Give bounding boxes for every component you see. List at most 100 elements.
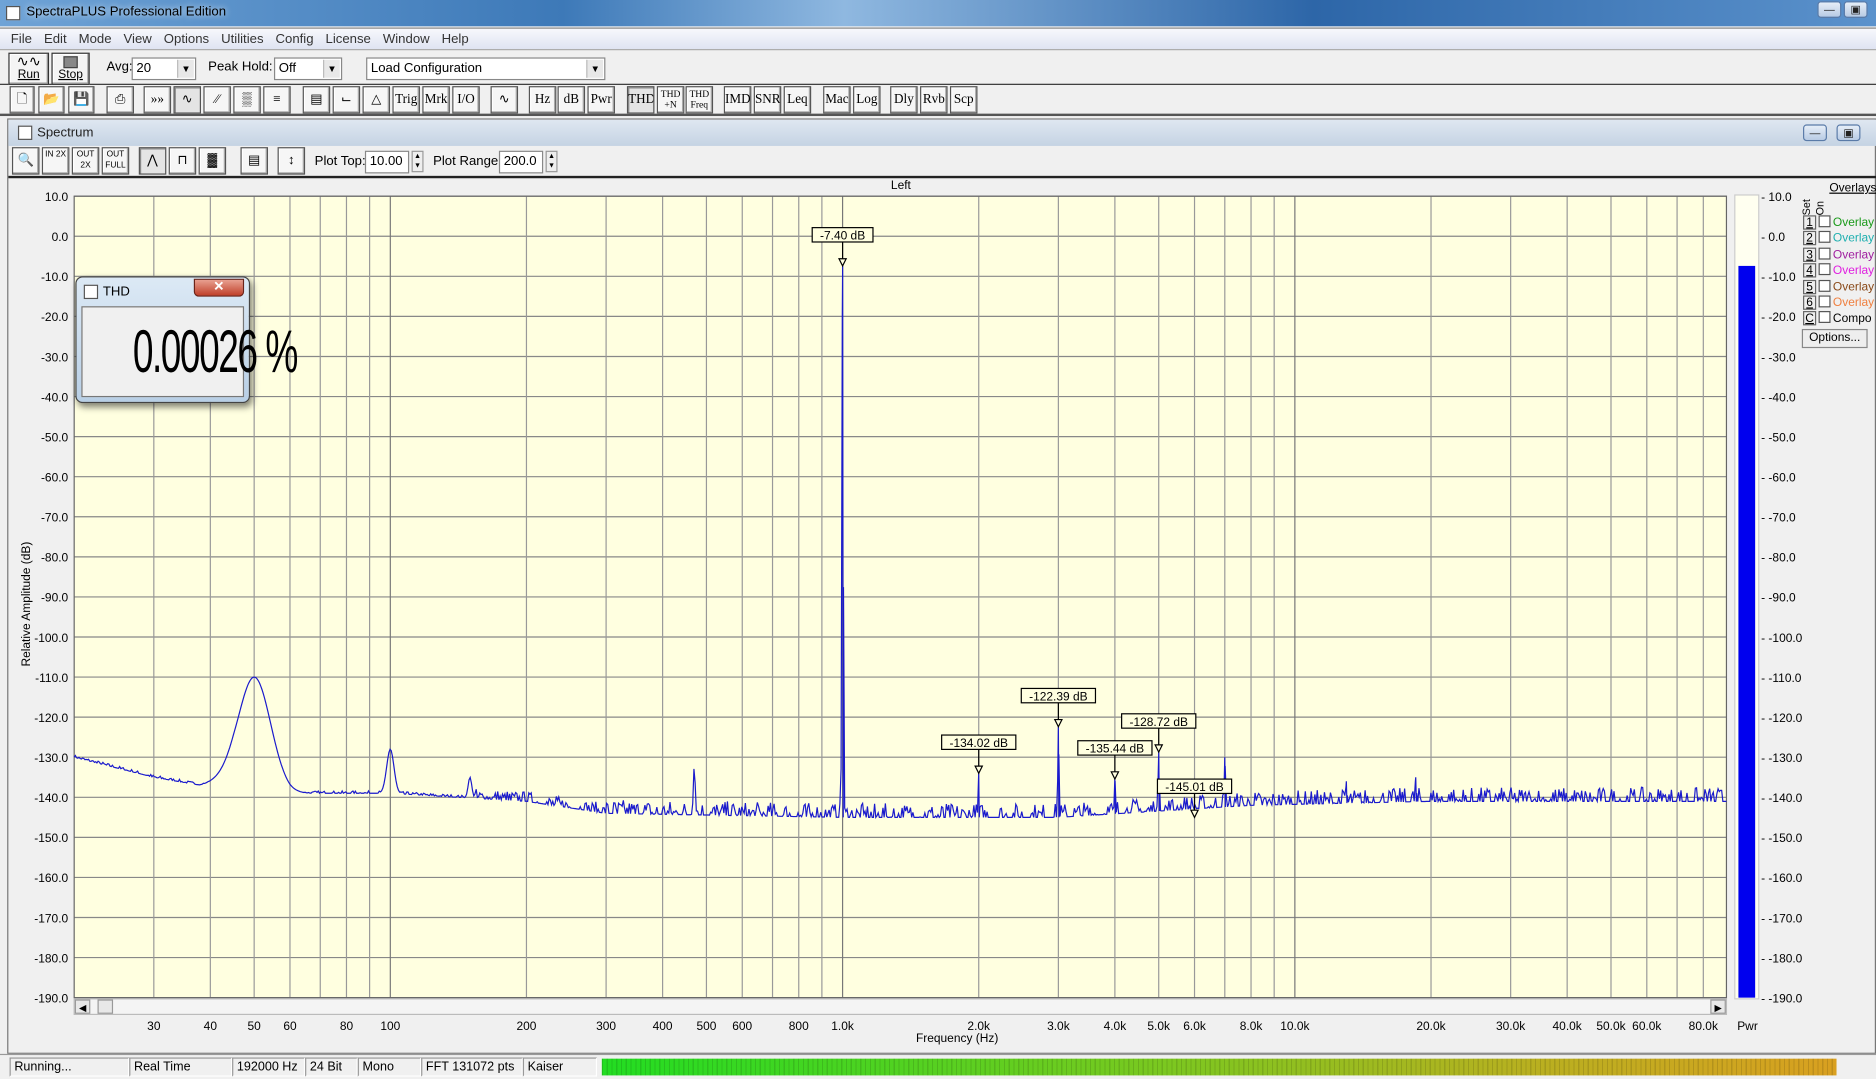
status-mode: Real Time <box>129 1057 233 1077</box>
overlay-row: 3 Overlay <box>1803 247 1874 263</box>
marker-label: -145.01 dB <box>1165 780 1224 794</box>
overlay-set-button[interactable]: 4 <box>1803 263 1817 278</box>
marker-label: -122.39 dB <box>1029 689 1088 703</box>
thd-window[interactable]: THD ✕ 0.00026 % <box>75 276 298 404</box>
overlay-set-button[interactable]: 2 <box>1803 231 1817 246</box>
pwr-tick-label: - -180.0 <box>1761 951 1803 965</box>
overlay-checkbox[interactable] <box>1818 231 1831 244</box>
y-tick-label: -20.0 <box>41 310 69 324</box>
x-tick-label: 300 <box>596 1019 616 1033</box>
y-tick-labels: 10.0 0.0 -10.0 -20.0 -30.0 -40.0 -50.0 -60.0 -70… <box>34 190 68 1005</box>
status-state: Running... <box>9 1057 130 1077</box>
status-sample-rate: 192000 Hz <box>232 1057 306 1077</box>
marker-label: -135.44 dB <box>1086 742 1145 756</box>
overlay-label: Overlay <box>1832 248 1875 262</box>
y-tick-label: -180.0 <box>34 951 68 965</box>
overlay-checkbox[interactable] <box>1818 247 1831 260</box>
pwr-tick-label: - -90.0 <box>1761 591 1796 605</box>
y-tick-label: -30.0 <box>41 350 69 364</box>
x-tick-label: 800 <box>789 1019 809 1033</box>
status-bit-depth: 24 Bit <box>305 1057 358 1077</box>
status-channels: Mono <box>357 1057 422 1077</box>
overlay-label: Compo <box>1832 312 1872 326</box>
y-tick-label: 10.0 <box>45 190 69 204</box>
overlays-panel: Overlays Set On 1 Overlay 2 Overlay 3 Overlay… <box>1801 179 1876 352</box>
x-tick-label: 600 <box>732 1019 752 1033</box>
x-tick-label: 4.0k <box>1104 1019 1127 1033</box>
overlay-checkbox[interactable] <box>1818 263 1831 276</box>
pwr-tick-label: - -60.0 <box>1761 470 1796 484</box>
y-tick-label: -80.0 <box>41 551 69 565</box>
thd-value: 0.00026 % <box>132 318 298 386</box>
x-tick-label: 400 <box>653 1019 673 1033</box>
y-tick-label: -190.0 <box>34 991 68 1005</box>
overlay-checkbox[interactable] <box>1818 311 1831 324</box>
pwr-tick-label: - -100.0 <box>1761 631 1803 645</box>
overlay-row: 6 Overlay <box>1803 295 1874 311</box>
x-tick-label: 50 <box>248 1019 262 1033</box>
spectrum-plot[interactable]: Left 10.0 0.0 -10.0 -20.0 -30.0 -40.0 -50.0 -60… <box>0 0 1876 1053</box>
on-header: On <box>1813 200 1826 216</box>
overlay-row: C Compo <box>1803 311 1872 327</box>
thd-value-display: 0.00026 % <box>81 306 298 398</box>
overlay-set-button[interactable]: C <box>1803 311 1817 326</box>
x-tick-label: 40 <box>204 1019 218 1033</box>
x-tick-label: 10.0k <box>1280 1019 1309 1033</box>
overlay-label: Overlay <box>1832 232 1875 246</box>
x-tick-label: 20.0k <box>1416 1019 1445 1033</box>
y-tick-label: -130.0 <box>34 751 68 765</box>
power-meter-fill <box>1738 265 1756 998</box>
power-tick-labels: - 10.0 - 0.0 - -10.0 - -20.0 - -30.0 - -40.0 -… <box>1761 190 1803 1005</box>
arrow-right-icon: ▶ <box>1714 1003 1722 1014</box>
overlay-label: Overlay <box>1832 280 1875 294</box>
scroll-thumb[interactable] <box>97 999 114 1014</box>
pwr-label: Pwr <box>1737 1019 1758 1033</box>
x-tick-label: 8.0k <box>1240 1019 1263 1033</box>
y-tick-label: -150.0 <box>34 831 68 845</box>
thd-icon <box>83 284 99 300</box>
y-tick-label: -110.0 <box>35 671 68 685</box>
x-tick-label: 500 <box>696 1019 716 1033</box>
status-window: Kaiser <box>522 1057 598 1077</box>
x-tick-label: 30 <box>147 1019 161 1033</box>
status-bar: Running... Real Time 192000 Hz 24 Bit Mo… <box>0 1053 1876 1078</box>
x-tick-label: 100 <box>380 1019 400 1033</box>
y-tick-label: 0.0 <box>52 230 69 244</box>
close-icon[interactable]: ✕ <box>193 278 245 297</box>
x-tick-label: 50.0k <box>1596 1019 1625 1033</box>
y-tick-label: -160.0 <box>34 871 68 885</box>
x-tick-label: 3.0k <box>1047 1019 1070 1033</box>
overlay-set-button[interactable]: 1 <box>1803 215 1817 230</box>
x-tick-label: 60 <box>283 1019 297 1033</box>
pwr-tick-label: - -50.0 <box>1761 430 1796 444</box>
marker-label: -134.02 dB <box>949 736 1008 750</box>
overlay-label: Overlay <box>1832 296 1875 310</box>
horizontal-scrollbar[interactable]: ◀ ▶ <box>73 998 1728 1016</box>
overlays-title: Overlays <box>1829 181 1876 195</box>
pwr-tick-label: - -140.0 <box>1761 791 1803 805</box>
overlay-set-button[interactable]: 6 <box>1803 295 1817 310</box>
x-axis-label: Frequency (Hz) <box>916 1031 998 1045</box>
overlay-checkbox[interactable] <box>1818 215 1831 228</box>
x-tick-label: 1.0k <box>831 1019 854 1033</box>
pwr-tick-label: - -120.0 <box>1761 711 1803 725</box>
pwr-tick-label: - 10.0 <box>1761 190 1792 204</box>
overlay-options-button[interactable]: Options... <box>1801 328 1868 349</box>
y-tick-label: -120.0 <box>34 711 68 725</box>
marker-label: -7.40 dB <box>820 229 865 243</box>
overlay-set-button[interactable]: 3 <box>1803 247 1817 262</box>
arrow-left-icon: ◀ <box>79 1003 87 1014</box>
pwr-tick-label: - -30.0 <box>1761 350 1796 364</box>
overlay-label: Overlay <box>1832 264 1875 278</box>
y-tick-label: -60.0 <box>41 470 69 484</box>
pwr-tick-label: - -160.0 <box>1761 871 1803 885</box>
overlay-set-button[interactable]: 5 <box>1803 279 1817 294</box>
chart-title: Left <box>891 178 912 192</box>
overlay-label: Overlay <box>1832 216 1875 230</box>
thd-title: THD <box>102 284 130 300</box>
app-window: SpectraPLUS Professional Edition — ▣ Fil… <box>0 0 1876 1079</box>
x-tick-label: 60.0k <box>1632 1019 1661 1033</box>
overlay-checkbox[interactable] <box>1818 295 1831 308</box>
pwr-tick-label: - -130.0 <box>1761 751 1803 765</box>
overlay-checkbox[interactable] <box>1818 279 1831 292</box>
